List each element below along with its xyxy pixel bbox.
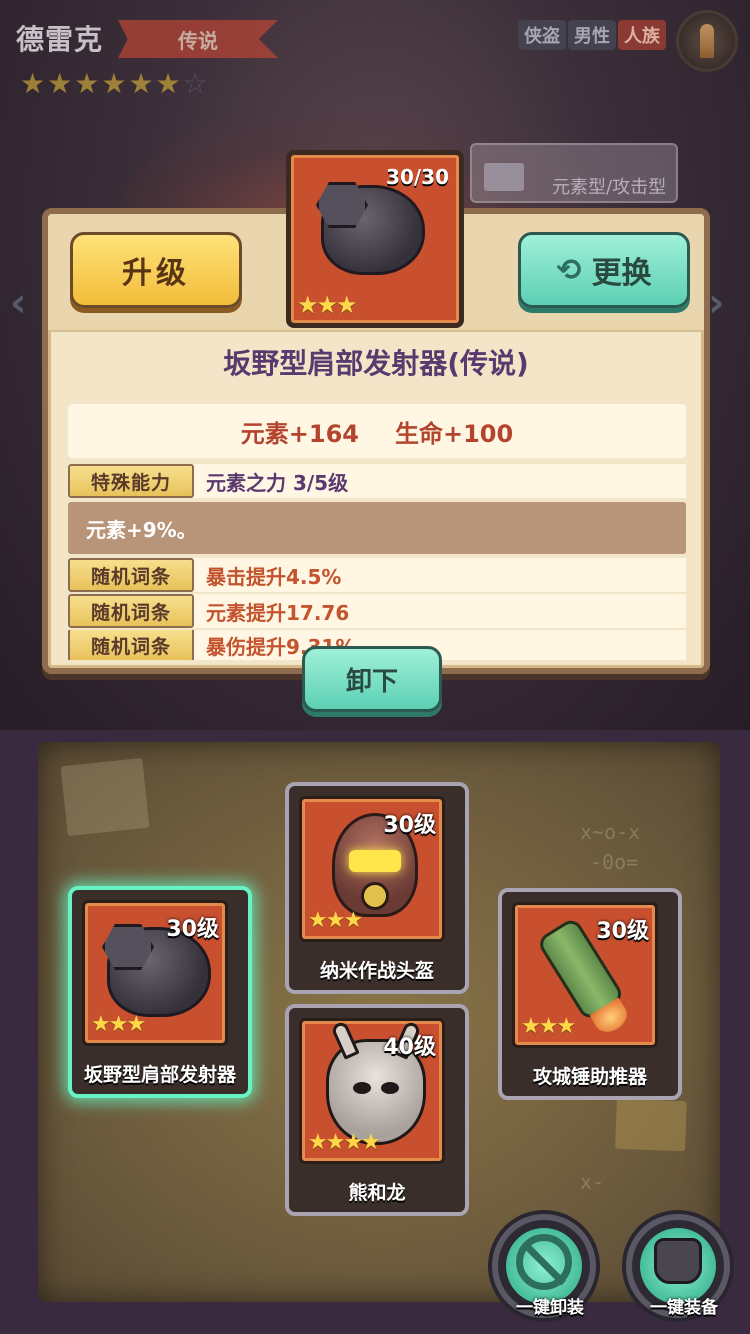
random-affix-label: 随机词条: [68, 594, 194, 628]
paper-note: [615, 1098, 687, 1152]
paper-note: [60, 757, 150, 837]
hero-type-text: 元素型/攻击型: [552, 177, 667, 198]
slot-name: 纳米作战头盔: [319, 960, 434, 982]
equip-slot-armor[interactable]: 40级 ★★★★ 熊和龙: [285, 1004, 469, 1216]
star-icon: ★: [74, 67, 100, 100]
swap-icon: ⟲: [556, 252, 582, 288]
special-ability-value: 元素之力 3/5级: [206, 470, 349, 495]
star-icon: ★: [101, 67, 127, 100]
slot-card: 30级 ★★★: [299, 796, 445, 942]
special-ability-row: 特殊能力 元素之力 3/5级: [68, 464, 686, 498]
star-icon: ★: [47, 67, 73, 100]
main-stats: 元素+164 生命+100: [68, 404, 686, 458]
star-icon: ★: [128, 67, 154, 100]
slot-stars: ★★★: [91, 1012, 146, 1037]
equip-all-label: 一键装备: [650, 1298, 718, 1318]
special-ability-label: 特殊能力: [68, 464, 194, 498]
random-affix-value: 暴击提升4.5%: [206, 564, 342, 589]
slot-stars: ★★★★: [308, 1130, 381, 1155]
prev-hero-arrow[interactable]: ‹: [10, 280, 26, 326]
stat-element: 元素+164: [240, 419, 359, 448]
unequip-button[interactable]: 卸下: [302, 646, 442, 712]
tag-class: 侠盗: [518, 20, 566, 50]
equip-slot-helmet[interactable]: 30级 ★★★ 纳米作战头盔: [285, 782, 469, 994]
replace-button[interactable]: ⟲ 更换: [518, 232, 690, 308]
random-affix-value: 元素提升17.76: [206, 600, 350, 625]
equip-slot-shoulder[interactable]: 30级 ★★★ 坂野型肩部发射器: [68, 886, 252, 1098]
upgrade-button[interactable]: 升级: [70, 232, 242, 308]
replace-label: 更换: [591, 256, 652, 291]
bullet-icon: [700, 24, 714, 58]
slot-stars: ★★★: [521, 1014, 576, 1039]
star-icon: ★: [155, 67, 181, 100]
item-stars: ★★★: [297, 291, 358, 319]
slot-level: 40级: [383, 1035, 436, 1060]
tag-gender: 男性: [568, 20, 616, 50]
chalk-scribble: x~o-x: [580, 820, 641, 844]
slot-level: 30级: [596, 919, 649, 944]
unequip-all-label: 一键卸装: [516, 1298, 584, 1318]
slot-card: 30级 ★★★: [512, 902, 658, 1048]
slot-level: 30级: [383, 813, 436, 838]
unequip-all-button[interactable]: 一键卸装: [492, 1214, 596, 1318]
random-affix-row: 随机词条 暴击提升4.5%: [68, 558, 686, 592]
hero-type-card: 元素型/攻击型: [470, 143, 678, 203]
random-affix-label: 随机词条: [68, 558, 194, 592]
hero-stars: ★ ★ ★ ★ ★ ★ ☆: [20, 70, 208, 98]
knife-icon: [484, 163, 524, 191]
ammo-button[interactable]: [676, 10, 738, 72]
next-hero-arrow[interactable]: ›: [708, 280, 724, 326]
rarity-ribbon: 传说: [118, 20, 278, 58]
focused-item-card: 30/30 ★★★: [286, 150, 464, 328]
slot-stars: ★★★: [308, 908, 363, 933]
shoulder-launcher-icon: [316, 182, 425, 275]
chalk-scribble: x-: [580, 1170, 605, 1194]
random-affix-label: 随机词条: [68, 630, 194, 660]
slot-name: 攻城锤助推器: [532, 1066, 647, 1088]
star-empty-icon: ☆: [182, 67, 208, 100]
random-affix-row: 随机词条 元素提升17.76: [68, 594, 686, 628]
star-icon: ★: [20, 67, 46, 100]
slot-name: 熊和龙: [348, 1182, 406, 1204]
armor-icon: [654, 1238, 702, 1284]
stat-life: 生命+100: [395, 419, 514, 448]
no-sign-icon: [516, 1234, 572, 1290]
hero-name: 德雷克: [16, 23, 104, 56]
slot-level: 30级: [166, 917, 219, 942]
tag-race: 人族: [618, 20, 666, 50]
item-title: 坂野型肩部发射器(传说): [223, 347, 529, 380]
chalk-scribble: -0o=: [590, 850, 639, 874]
slot-name: 坂野型肩部发射器: [83, 1064, 236, 1086]
slot-card: 30级 ★★★: [82, 900, 228, 1046]
special-ability-desc: 元素+9%。: [68, 502, 686, 554]
slot-card: 40级 ★★★★: [299, 1018, 445, 1164]
equip-all-button[interactable]: 一键装备: [626, 1214, 730, 1318]
item-level: 30/30: [386, 165, 449, 189]
equip-slot-booster[interactable]: 30级 ★★★ 攻城锤助推器: [498, 888, 682, 1100]
